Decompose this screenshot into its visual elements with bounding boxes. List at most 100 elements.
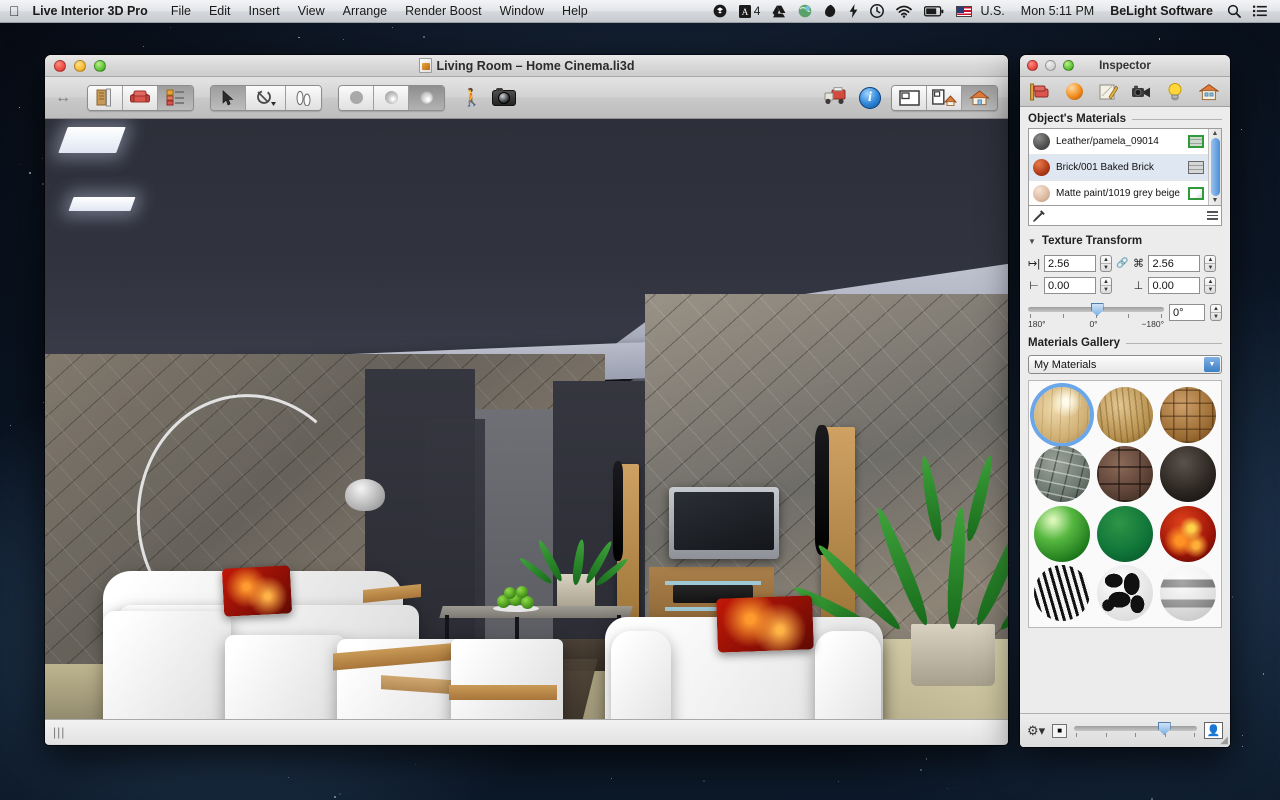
window-title-bar[interactable]: Living Room – Home Cinema.li3d [45, 55, 1008, 77]
objects-materials-list[interactable]: Leather/pamela_09014 Brick/001 Baked Bri… [1028, 128, 1222, 206]
select-tool-button[interactable] [211, 85, 246, 110]
texture-offset-y-input[interactable]: 0.00 [1148, 277, 1201, 294]
swatch-light-wood-planks[interactable] [1034, 386, 1091, 443]
menu-bar-clock[interactable]: Mon 5:11 PM [1013, 4, 1102, 18]
materials-scrollbar[interactable]: ▲ ▼ [1208, 129, 1221, 205]
texture-transform-header[interactable]: ▼ Texture Transform [1020, 226, 1230, 250]
texture-width-input[interactable]: 2.56 [1044, 255, 1096, 272]
swatch-dark-brick[interactable] [1096, 446, 1153, 503]
furniture-library-button[interactable] [123, 85, 158, 110]
thumbnail-size-slider[interactable] [1074, 722, 1197, 737]
materials-gallery-grid[interactable] [1028, 380, 1222, 628]
walk-tool-button[interactable] [286, 85, 321, 110]
glossy-render-button[interactable] [409, 85, 444, 110]
time-machine-icon[interactable] [864, 4, 890, 18]
apple-menu-icon[interactable]:  [0, 4, 31, 18]
flat-shading-button[interactable] [339, 85, 374, 110]
swatch-stone-wall[interactable] [1034, 446, 1091, 503]
plan-view-button[interactable] [892, 85, 927, 110]
camera-icon[interactable] [492, 87, 517, 106]
tab-materials[interactable] [1061, 80, 1088, 104]
swatch-dark-green-matte[interactable] [1096, 505, 1153, 562]
swatch-green-gloss[interactable] [1034, 505, 1091, 562]
swatch-fire-lava[interactable] [1159, 505, 1216, 562]
menu-item-edit[interactable]: Edit [200, 0, 240, 23]
brick-grey-icon[interactable] [1188, 161, 1204, 174]
bolt-icon[interactable] [843, 4, 864, 18]
disclosure-triangle-open[interactable]: ▼ [1028, 237, 1036, 246]
tab-object[interactable] [1027, 80, 1054, 104]
menu-app-name[interactable]: Live Interior 3D Pro [31, 0, 162, 23]
info-button-icon[interactable]: i [859, 86, 881, 109]
open-library-button[interactable] [88, 85, 123, 110]
swatch-oak-wood[interactable] [1096, 386, 1153, 443]
horizontal-arrows-icon[interactable]: ↔ [55, 89, 71, 107]
chevron-down-icon[interactable]: ▼ [1204, 357, 1220, 372]
brick-green-icon[interactable] [1188, 135, 1204, 148]
paint-green-icon[interactable] [1188, 187, 1204, 200]
texture-height-stepper[interactable]: ▲ ▼ [1204, 255, 1217, 272]
google-drive-icon[interactable] [766, 5, 792, 18]
project-tree-button[interactable] [158, 85, 193, 110]
swatch-cow-print[interactable] [1096, 565, 1153, 622]
slider-track[interactable] [1028, 303, 1164, 316]
adobe-cc-icon[interactable]: A 4 [733, 0, 767, 23]
menu-item-render-boost[interactable]: Render Boost [396, 0, 490, 23]
menu-item-insert[interactable]: Insert [240, 0, 289, 23]
menu-item-file[interactable]: File [162, 0, 200, 23]
search-icon[interactable] [1221, 4, 1247, 18]
eyedropper-icon[interactable] [1032, 209, 1046, 223]
delivery-truck-icon[interactable] [823, 86, 849, 109]
dropbox-icon[interactable] [707, 4, 733, 18]
texture-rotation-slider[interactable]: 180° 0° −180° [1028, 303, 1164, 329]
walking-person-icon[interactable]: 🚶 [461, 89, 482, 106]
tab-edit[interactable] [1095, 80, 1122, 104]
texture-offset-x-stepper[interactable]: ▲ ▼ [1100, 277, 1112, 294]
scrollbar-thumb[interactable] [1210, 138, 1220, 196]
swatch-black-leather[interactable] [1159, 446, 1216, 503]
texture-offset-y-stepper[interactable]: ▲ ▼ [1204, 277, 1217, 294]
3d-view-button[interactable] [962, 85, 997, 110]
small-thumbnail-icon[interactable]: ■ [1052, 723, 1068, 738]
texture-height-input[interactable]: 2.56 [1148, 255, 1201, 272]
materials-collection-select[interactable]: My Materials ▼ [1028, 355, 1222, 374]
texture-rotation-stepper[interactable]: ▲ ▼ [1210, 304, 1222, 321]
gear-action-menu[interactable]: ⚙▾ [1027, 723, 1045, 739]
material-row-leather[interactable]: Leather/pamela_09014 [1029, 129, 1208, 155]
hamburger-menu-icon[interactable] [1207, 211, 1218, 220]
texture-rotation-input[interactable]: 0° [1169, 304, 1205, 321]
split-view-button[interactable] [927, 85, 962, 110]
menu-item-help[interactable]: Help [553, 0, 597, 23]
texture-offset-x-input[interactable]: 0.00 [1044, 277, 1096, 294]
swatch-parquet-basketweave[interactable] [1159, 386, 1216, 443]
inspector-title-bar[interactable]: Inspector [1020, 55, 1230, 77]
menu-item-view[interactable]: View [289, 0, 334, 23]
notification-center-icon[interactable] [1247, 5, 1273, 17]
tab-light[interactable] [1162, 80, 1189, 104]
swatch-zebra-print[interactable] [1034, 565, 1091, 622]
menu-bar-user[interactable]: BeLight Software [1102, 4, 1221, 18]
texture-width-stepper[interactable]: ▲ ▼ [1100, 255, 1112, 272]
menu-item-window[interactable]: Window [491, 0, 553, 23]
3d-viewport[interactable] [45, 119, 1008, 719]
scroll-down-arrow[interactable]: ▼ [1212, 197, 1219, 204]
swatch-chrome-metal[interactable] [1159, 565, 1216, 622]
network-globe-icon[interactable] [792, 4, 818, 18]
wifi-icon[interactable] [890, 5, 918, 18]
scroll-up-arrow[interactable]: ▲ [1212, 130, 1219, 137]
tab-building[interactable] [1196, 80, 1223, 104]
menu-item-arrange[interactable]: Arrange [334, 0, 396, 23]
material-row-brick[interactable]: Brick/001 Baked Brick [1029, 155, 1208, 181]
material-row-matte-paint[interactable]: Matte paint/1019 grey beige [1029, 181, 1208, 205]
us-flag-icon[interactable] [950, 5, 978, 17]
link-chain-icon[interactable]: 🔗 [1116, 258, 1128, 269]
resize-grip-icon[interactable]: ◢ [1220, 735, 1228, 746]
tab-camera[interactable] [1128, 80, 1155, 104]
resize-grip-icon[interactable]: ||| [53, 725, 65, 739]
slider-track[interactable] [1074, 722, 1197, 735]
input-source-label[interactable]: U.S. [978, 4, 1012, 18]
battery-icon[interactable] [918, 5, 950, 17]
rotate-tool-button[interactable] [246, 85, 286, 110]
leaf-icon[interactable] [818, 4, 843, 18]
shaded-button[interactable] [374, 85, 409, 110]
